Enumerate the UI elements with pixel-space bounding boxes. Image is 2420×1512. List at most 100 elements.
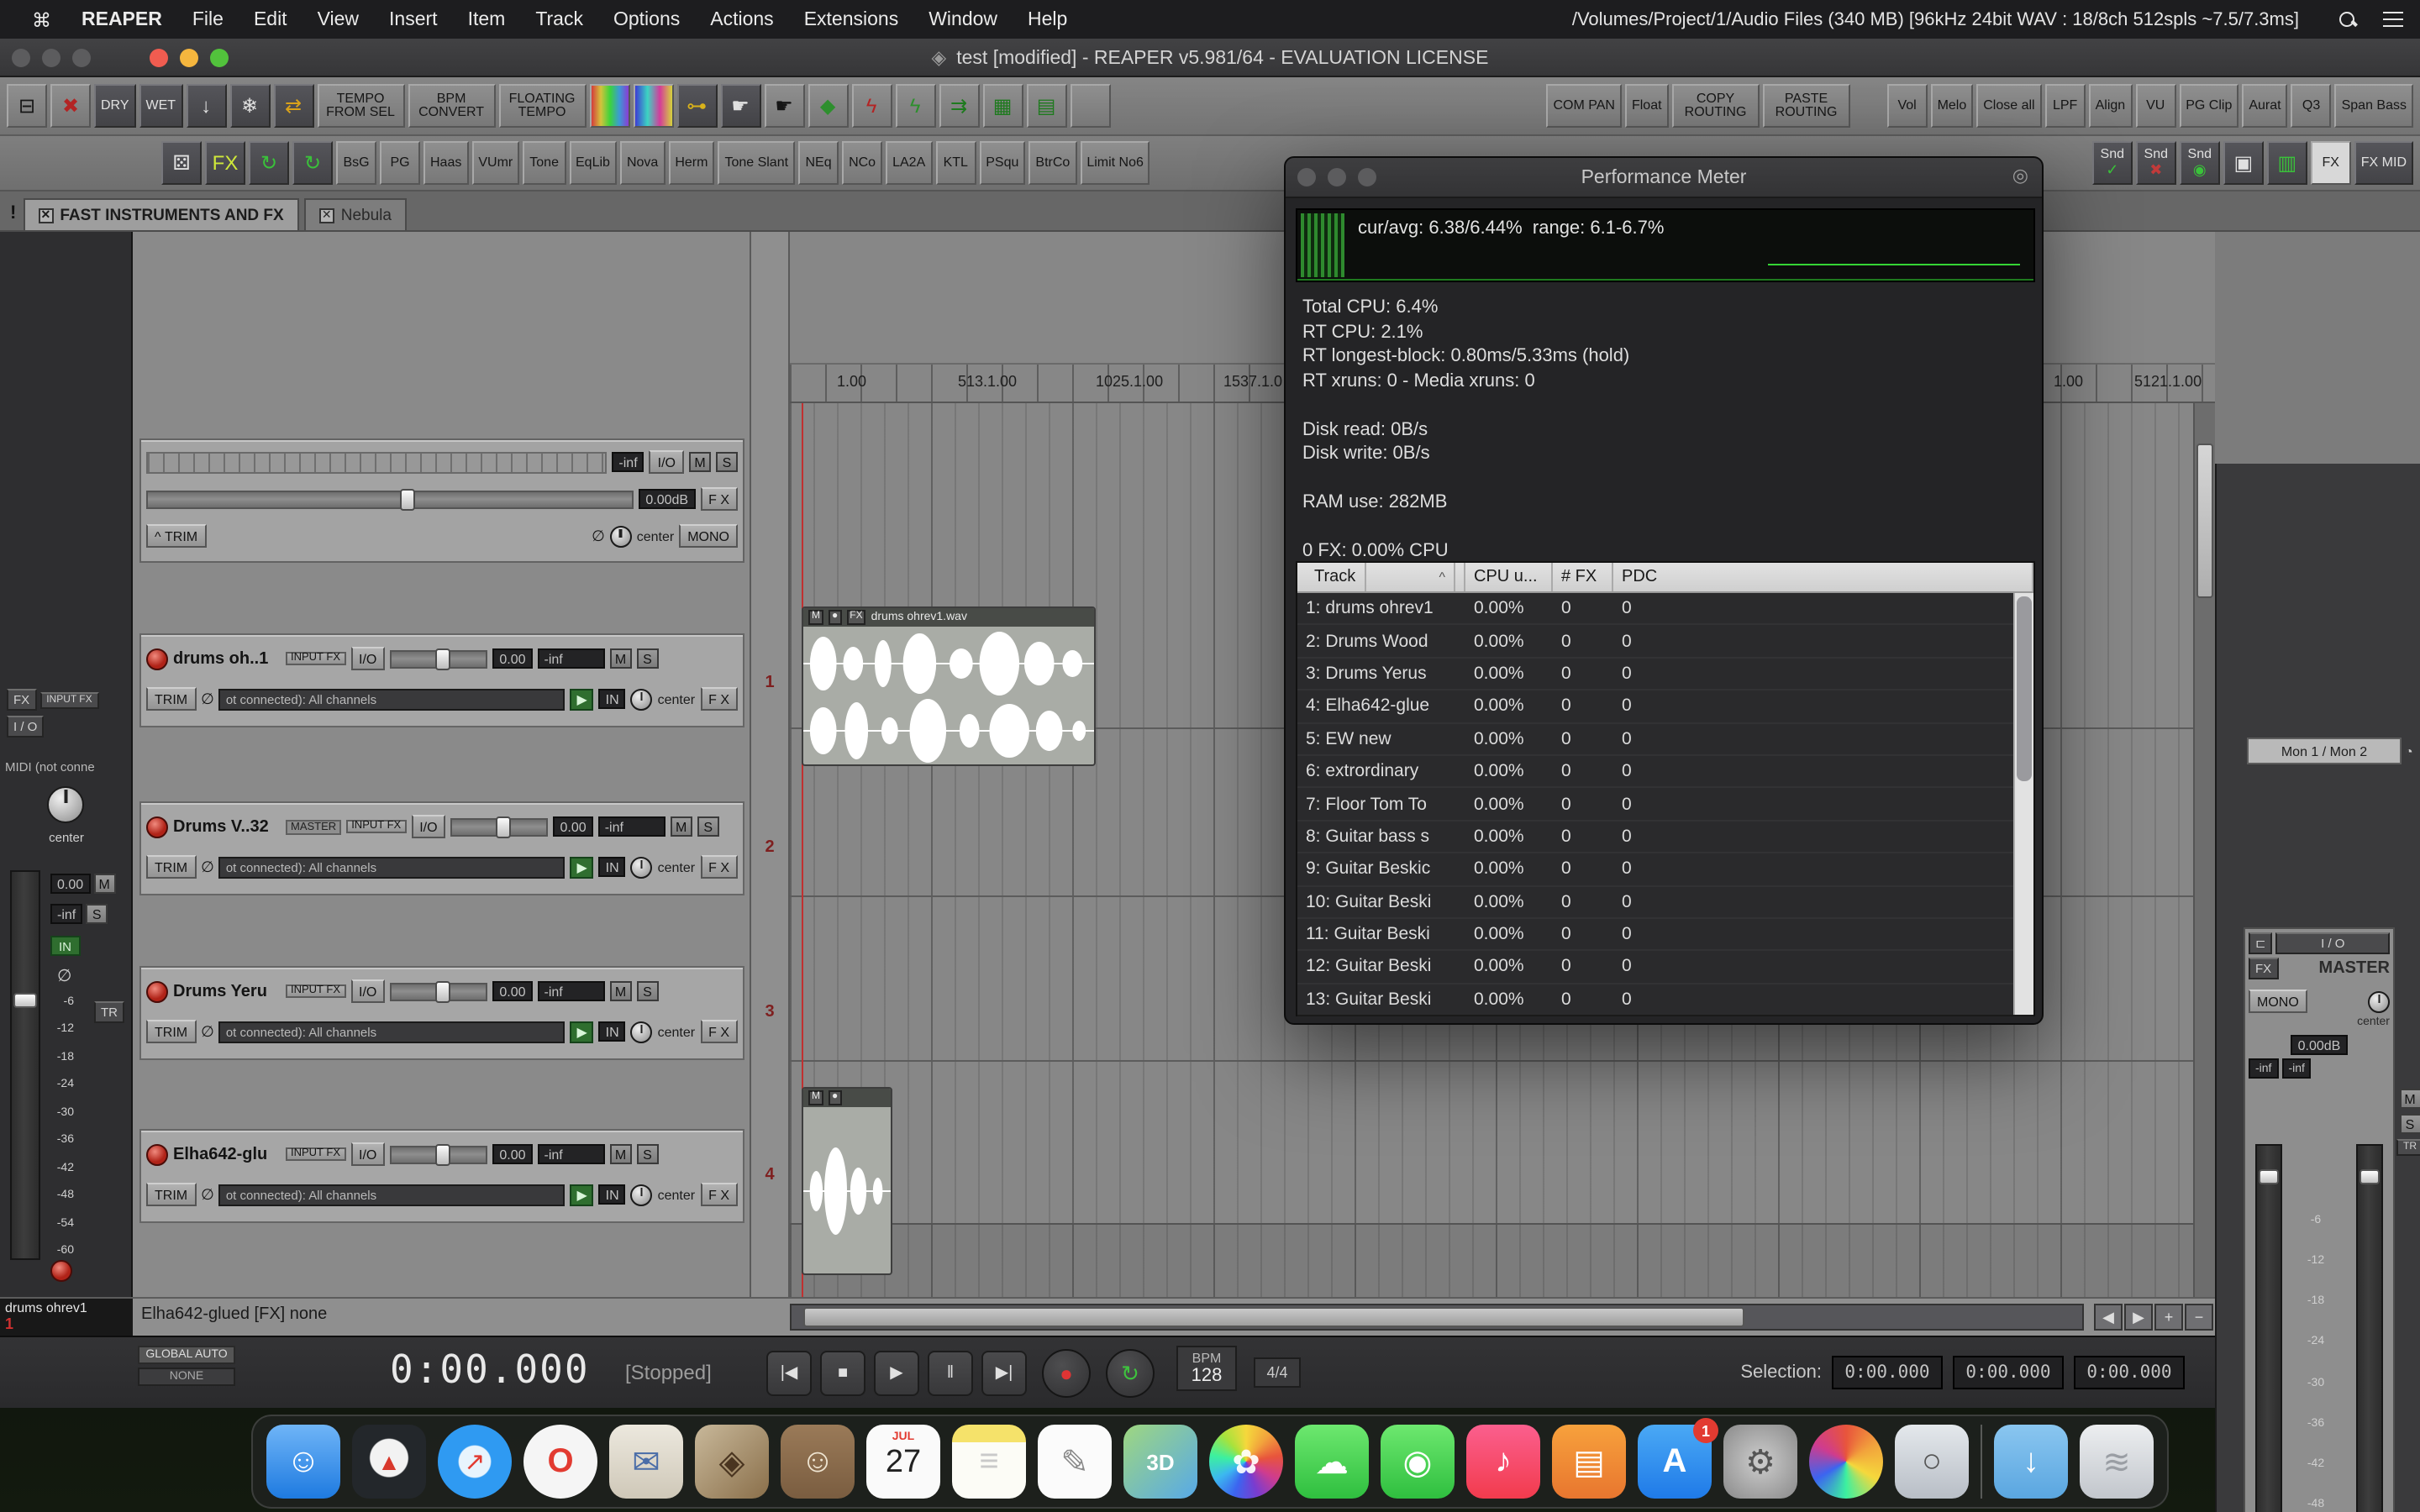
nudge-icon[interactable]: ◆ bbox=[808, 84, 848, 128]
fx-chain-button[interactable]: FX bbox=[2311, 141, 2351, 185]
table-row[interactable]: 3: Drums Yerus 0.00% 0 0 bbox=[1297, 659, 2033, 691]
track-mute-button[interactable]: M bbox=[610, 648, 632, 669]
vertical-scroll-thumb[interactable] bbox=[2196, 444, 2213, 598]
photos-dock-icon[interactable]: ✿ bbox=[1209, 1425, 1283, 1499]
floating-tempo-button[interactable]: FLOATING TEMPO bbox=[498, 84, 586, 128]
master-volume-fader[interactable] bbox=[146, 490, 634, 508]
float-button[interactable]: Float bbox=[1625, 84, 1669, 128]
track-volume-fader[interactable] bbox=[451, 817, 549, 836]
downloads-folder-dock-icon[interactable]: ↓ bbox=[1994, 1425, 2068, 1499]
fx-random-button[interactable]: FX bbox=[205, 141, 245, 185]
align-button[interactable]: Align bbox=[2089, 84, 2133, 128]
left-io-button[interactable]: I / O bbox=[7, 716, 44, 738]
track-phase-button[interactable]: ∅ bbox=[201, 858, 214, 876]
item-fx-badge[interactable]: FX bbox=[846, 610, 865, 625]
track-fader-handle[interactable] bbox=[435, 980, 450, 1002]
track-name[interactable]: Elha642-glu bbox=[173, 1145, 281, 1163]
app-store-dock-icon[interactable]: A 1 bbox=[1638, 1425, 1712, 1499]
track-cpu-table[interactable]: Track^ CPU u... # FX PDC 1: drums ohrev1… bbox=[1296, 561, 2035, 1016]
meter-bars-icon[interactable]: ▥ bbox=[2267, 141, 2307, 185]
master-strip-io-button[interactable]: I / O bbox=[2276, 932, 2390, 954]
dry-button[interactable]: DRY bbox=[94, 84, 136, 128]
track-io-button[interactable]: I/O bbox=[411, 815, 445, 838]
safari-dock-icon[interactable]: ↗ bbox=[438, 1425, 512, 1499]
key-icon[interactable]: ⊶ bbox=[676, 84, 717, 128]
track-solo-button[interactable]: S bbox=[637, 1144, 659, 1164]
pin-icon[interactable]: ◎ bbox=[2012, 165, 2028, 186]
track-pan-knob[interactable] bbox=[631, 1021, 653, 1042]
table-row[interactable]: 5: EW new 0.00% 0 0 bbox=[1297, 723, 2033, 756]
books-dock-icon[interactable]: ▤ bbox=[1552, 1425, 1626, 1499]
track-phase-button[interactable]: ∅ bbox=[201, 1022, 214, 1041]
track-io-button[interactable]: I/O bbox=[350, 647, 385, 670]
track-input-selector[interactable]: ot connected): All channels bbox=[219, 688, 566, 710]
left-fx-button[interactable]: FX bbox=[7, 689, 36, 711]
color-gradient-icon-2[interactable] bbox=[633, 84, 673, 128]
la2a-button[interactable]: LA2A bbox=[886, 141, 932, 185]
pointer-hand-icon[interactable]: ☛ bbox=[764, 84, 804, 128]
track-input-selector[interactable]: ot connected): All channels bbox=[219, 856, 566, 878]
tempo-from-sel-button[interactable]: TEMPO FROM SEL bbox=[317, 84, 404, 128]
track-panel[interactable]: Drums Yeru INPUT FX I/O 0.00 -inf M S TR… bbox=[139, 966, 744, 1060]
input-fx-button[interactable]: INPUT FX bbox=[286, 984, 345, 999]
master-volume-readout[interactable]: 0.00dB bbox=[639, 489, 695, 509]
background-window-minimize-icon[interactable] bbox=[42, 48, 60, 66]
span-bass-button[interactable]: Span Bass bbox=[2335, 84, 2413, 128]
master-strip-pan-knob[interactable] bbox=[2368, 990, 2390, 1012]
menu-item[interactable]: Item bbox=[453, 9, 521, 29]
track-panel[interactable]: drums oh..1 INPUT FX I/O 0.00 -inf M S T… bbox=[139, 633, 744, 727]
global-automation-control[interactable]: GLOBAL AUTO NONE bbox=[138, 1346, 235, 1386]
nco-button[interactable]: NCo bbox=[842, 141, 882, 185]
track-fader-handle[interactable] bbox=[435, 648, 450, 669]
track-fader-handle[interactable] bbox=[435, 1143, 450, 1165]
rocket-app-dock-icon[interactable]: ▲ bbox=[352, 1425, 426, 1499]
bpm-control[interactable]: BPM 128 bbox=[1176, 1346, 1237, 1391]
psqu-button[interactable]: PSqu bbox=[979, 141, 1025, 185]
selection-length[interactable]: 0:00.000 bbox=[2074, 1356, 2185, 1389]
column-track[interactable]: Track^ bbox=[1297, 563, 1465, 591]
track-name[interactable]: Drums V..32 bbox=[173, 817, 281, 836]
track-panel[interactable]: Elha642-glu INPUT FX I/O 0.00 -inf M S T… bbox=[139, 1129, 744, 1223]
left-solo-button[interactable]: S bbox=[86, 904, 108, 924]
master-phase-button[interactable]: ∅ bbox=[592, 527, 605, 545]
tab-nebula[interactable]: ✕ Nebula bbox=[304, 198, 407, 230]
meter-list-icon[interactable]: ▤ bbox=[1026, 84, 1066, 128]
left-record-arm-button[interactable] bbox=[50, 1260, 72, 1282]
table-row[interactable]: 8: Guitar bass s 0.00% 0 0 bbox=[1297, 821, 2033, 853]
loop-section-icon-1[interactable]: ↻ bbox=[249, 141, 289, 185]
stop-button[interactable]: ■ bbox=[820, 1351, 865, 1396]
textedit-dock-icon[interactable]: ✎ bbox=[1038, 1425, 1112, 1499]
master-strip-fader-right[interactable] bbox=[2356, 1144, 2383, 1512]
master-solo-button[interactable]: S bbox=[716, 452, 738, 472]
column-fx[interactable]: # FX bbox=[1553, 563, 1613, 591]
aurat-button[interactable]: Aurat bbox=[2242, 84, 2287, 128]
menu-item[interactable]: File bbox=[177, 9, 239, 29]
track-volume-readout[interactable]: 0.00 bbox=[554, 816, 593, 837]
track-input-button[interactable]: IN bbox=[599, 1184, 626, 1205]
track-trim-button[interactable]: TRIM bbox=[146, 1020, 196, 1043]
master-track-panel[interactable]: -inf I/O M S 0.00dB F X ^ TRIM ∅ center … bbox=[139, 438, 744, 563]
track-fx-button[interactable]: F X bbox=[700, 1020, 738, 1043]
input-fx-button[interactable]: INPUT FX bbox=[286, 651, 345, 666]
track-io-button[interactable]: I/O bbox=[350, 979, 385, 1003]
track-io-button[interactable]: I/O bbox=[350, 1142, 385, 1166]
trash-dock-icon[interactable]: ≋ bbox=[2080, 1425, 2154, 1499]
window-close-icon[interactable] bbox=[150, 48, 168, 66]
finder-dock-icon[interactable]: ☺ bbox=[266, 1425, 340, 1499]
stamps-app-dock-icon[interactable]: ✉ bbox=[609, 1425, 683, 1499]
track-fx-button[interactable]: F X bbox=[700, 855, 738, 879]
tone-button[interactable]: Tone bbox=[523, 141, 566, 185]
table-header[interactable]: Track^ CPU u... # FX PDC bbox=[1297, 563, 2033, 593]
track-solo-button[interactable]: S bbox=[637, 648, 659, 669]
go-to-end-button[interactable]: ▶| bbox=[981, 1351, 1027, 1396]
facetime-dock-icon[interactable]: ◉ bbox=[1381, 1425, 1455, 1499]
track-input-selector[interactable]: ot connected): All channels bbox=[219, 1021, 566, 1042]
master-strip-mono-button[interactable]: MONO bbox=[2249, 990, 2307, 1013]
table-row[interactable]: 4: Elha642-glue 0.00% 0 0 bbox=[1297, 690, 2033, 723]
track-fader-handle[interactable] bbox=[496, 816, 511, 837]
left-input-monitor-button[interactable]: IN bbox=[50, 936, 80, 956]
time-signature[interactable]: 4/4 bbox=[1254, 1357, 1301, 1388]
herm-button[interactable]: Herm bbox=[668, 141, 714, 185]
menu-item[interactable]: Track bbox=[520, 9, 598, 29]
master-io-button[interactable]: I/O bbox=[650, 450, 684, 474]
